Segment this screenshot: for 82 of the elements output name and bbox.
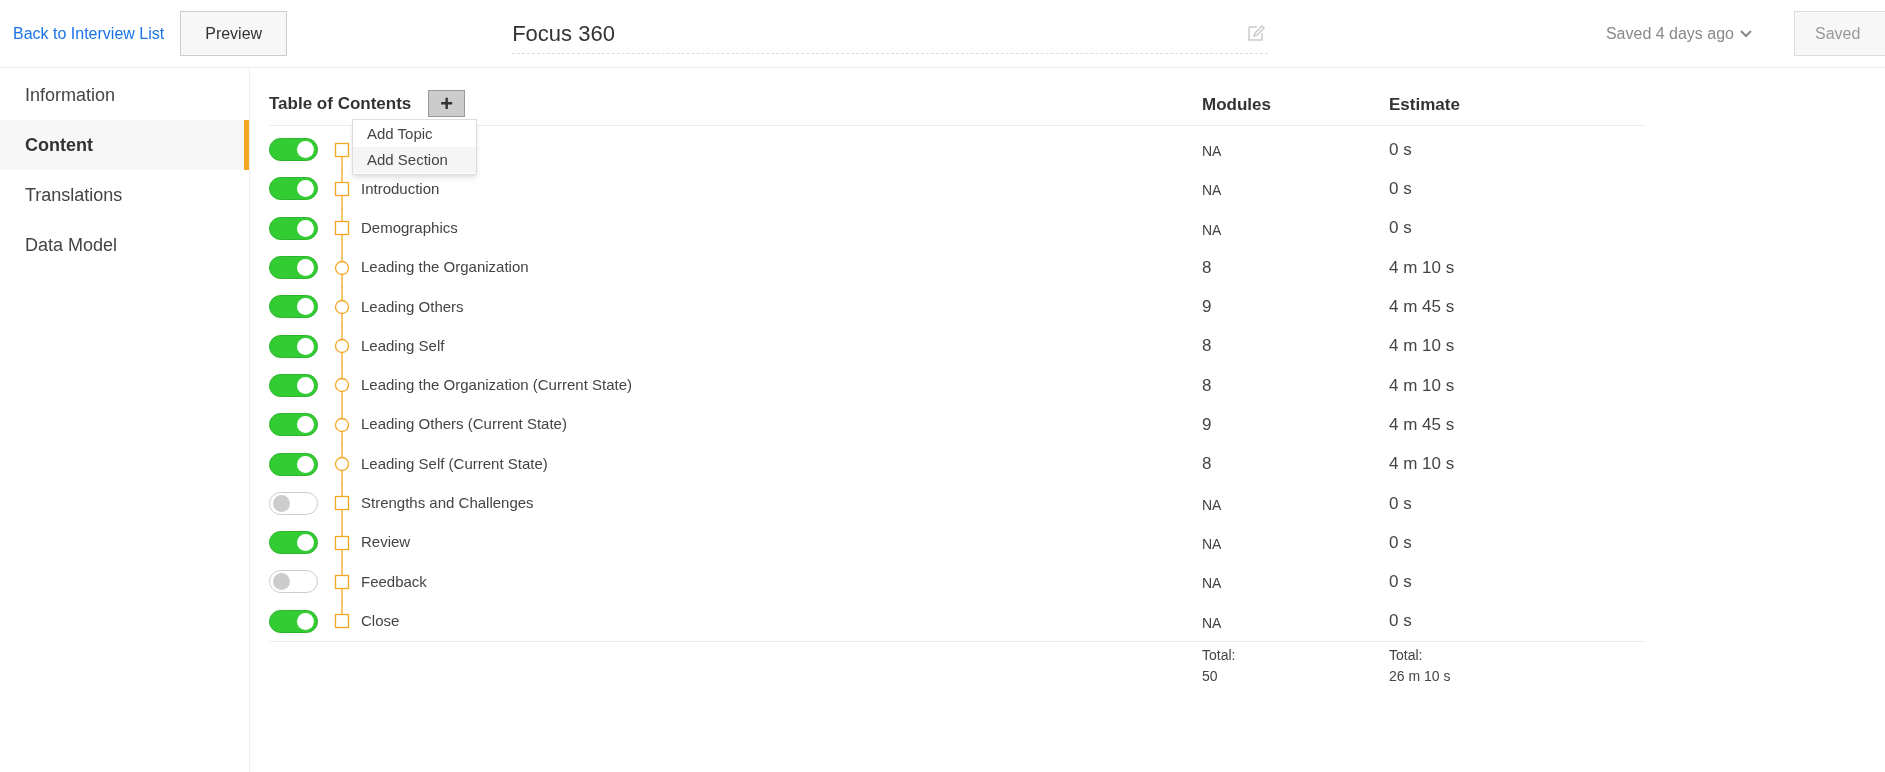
square-node-icon: [333, 483, 351, 524]
sidebar-item[interactable]: Content: [0, 120, 249, 170]
item-title: Leading the Organization: [361, 257, 529, 278]
item-title: Introduction: [361, 178, 440, 199]
table-cell-text: 8: [1202, 335, 1213, 358]
table-cell-text: 4 m 45 s: [1389, 413, 1455, 436]
circle-node-icon: [333, 444, 351, 485]
table-cell-text: 0 s: [1389, 571, 1412, 594]
table-title: Table of Contents: [269, 92, 412, 115]
item-title: Leading Self (Current State): [361, 453, 548, 474]
table-cell-text: NA: [1202, 613, 1223, 633]
total-value: 50: [1202, 666, 1219, 686]
back-link[interactable]: Back to Interview List: [13, 21, 165, 46]
square-node-icon: [333, 522, 351, 563]
table-cell-text: 0 s: [1389, 217, 1412, 240]
item-title: Leading the Organization (Current State): [361, 375, 632, 396]
table-cell-text: 0 s: [1389, 531, 1412, 554]
table-cell-text: 8: [1202, 453, 1213, 476]
sidebar-item[interactable]: Translations: [0, 170, 249, 220]
circle-node-icon: [333, 326, 351, 367]
table-cell-text: 0 s: [1389, 610, 1412, 633]
toggle-switch[interactable]: [269, 452, 318, 476]
item-title: Leading Self: [361, 335, 445, 356]
table-cell-text: NA: [1202, 574, 1223, 594]
add-button[interactable]: +: [428, 90, 466, 117]
table-cell-text: 8: [1202, 374, 1213, 397]
toggle-switch[interactable]: [269, 177, 318, 201]
toggle-switch[interactable]: [269, 138, 318, 162]
square-node-icon: [333, 208, 351, 249]
edit-icon[interactable]: [1246, 23, 1267, 43]
table-cell-text: 4 m 10 s: [1389, 374, 1455, 397]
menu-item[interactable]: Add Topic: [353, 121, 476, 147]
toggle-switch[interactable]: [269, 373, 318, 397]
table-cell-text: NA: [1202, 142, 1223, 162]
toggle-switch[interactable]: [269, 609, 318, 633]
table-cell-text: 9: [1202, 413, 1213, 436]
circle-node-icon: [333, 404, 351, 445]
table-cell-text: 4 m 45 s: [1389, 296, 1455, 319]
circle-node-icon: [333, 247, 351, 288]
square-node-icon: [333, 168, 351, 209]
item-title: Strengths and Challenges: [361, 493, 534, 514]
chevron-down-icon[interactable]: [1740, 29, 1752, 38]
table-cell-text: NA: [1202, 220, 1223, 240]
item-title: Review: [361, 532, 411, 553]
item-title: Close: [361, 610, 400, 631]
toggle-switch[interactable]: [269, 334, 318, 358]
circle-node-icon: [333, 365, 351, 406]
toggle-switch[interactable]: [269, 531, 318, 555]
menu-item[interactable]: Add Section: [353, 147, 476, 173]
table-cell-text: 0 s: [1389, 178, 1412, 201]
total-label: Total:: [1202, 645, 1237, 665]
saved-status: Saved 4 days ago: [1605, 23, 1734, 44]
toggle-switch[interactable]: [269, 256, 318, 280]
table-cell-text: 0 s: [1389, 138, 1412, 161]
total-label: Total:: [1389, 645, 1424, 665]
square-node-icon: [333, 561, 351, 602]
table-cell-text: 0 s: [1389, 492, 1412, 515]
toggle-switch[interactable]: [269, 295, 318, 319]
interview-title[interactable]: Focus 360: [512, 16, 615, 50]
table-cell-text: NA: [1202, 535, 1223, 555]
toggle-switch[interactable]: [269, 491, 318, 515]
column-header: Estimate: [1389, 93, 1460, 116]
table-cell-text: 4 m 10 s: [1389, 453, 1455, 476]
table-cell-text: 9: [1202, 296, 1213, 319]
table-cell-text: 4 m 10 s: [1389, 335, 1455, 358]
table-cell-text: NA: [1202, 181, 1223, 201]
column-header: Modules: [1202, 93, 1272, 116]
table-cell-text: NA: [1202, 495, 1223, 515]
toggle-switch[interactable]: [269, 413, 318, 437]
sidebar-item[interactable]: Data Model: [0, 220, 249, 270]
item-title: Feedback: [361, 571, 427, 592]
item-title: Leading Others (Current State): [361, 414, 567, 435]
table-cell-text: 8: [1202, 256, 1213, 279]
item-title: Leading Others: [361, 296, 464, 317]
toggle-switch[interactable]: [269, 570, 318, 594]
table-cell-text: 4 m 10 s: [1389, 256, 1455, 279]
toggle-switch[interactable]: [269, 216, 318, 240]
preview-button[interactable]: Preview: [180, 11, 288, 56]
total-value: 26 m 10 s: [1389, 666, 1451, 686]
sidebar-item[interactable]: Information: [0, 70, 249, 120]
circle-node-icon: [333, 286, 351, 327]
item-title: Demographics: [361, 218, 458, 238]
